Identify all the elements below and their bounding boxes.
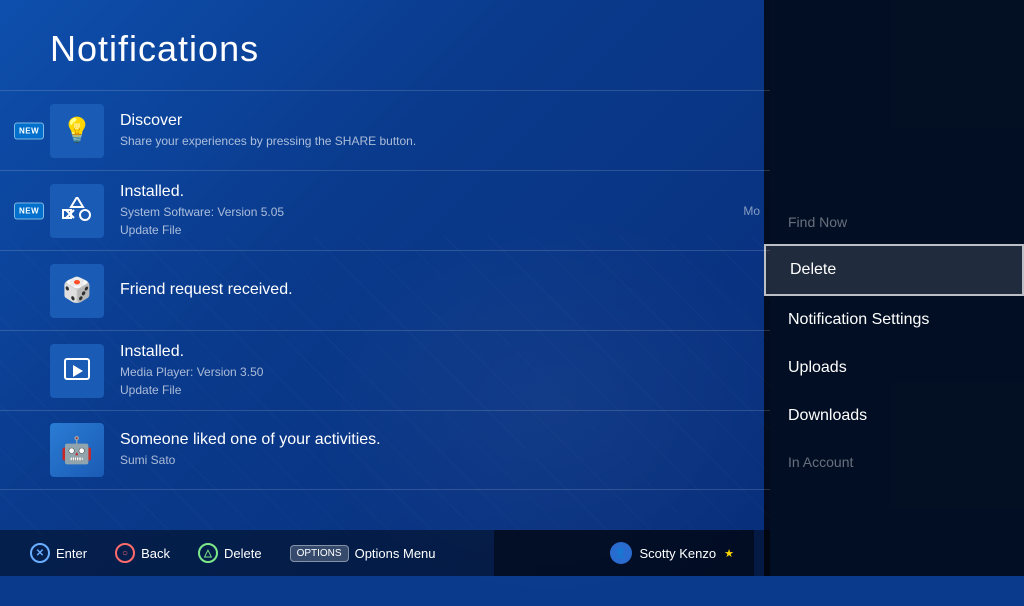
discover-text: Discover Share your experiences by press… [120,112,720,150]
friend-icon: 🎲 [50,264,104,318]
installed-media-sub2: Update File [120,381,720,399]
notification-item-activity-liked[interactable]: 🤖 Someone liked one of your activities. … [0,410,770,490]
context-menu-item-downloads[interactable]: Downloads [764,392,1024,440]
user-avatar: 👤 [610,542,632,564]
installed-media-sub1: Media Player: Version 3.50 [120,363,720,381]
installed-system-sub1: System Software: Version 5.05 [120,203,720,221]
discover-title: Discover [120,112,720,130]
friend-request-title: Friend request received. [120,281,720,299]
new-badge-system: NEW [14,202,44,219]
notification-item-installed-system[interactable]: NEW Installed. System Software: Version … [0,170,770,250]
context-menu-item-uploads[interactable]: Uploads [764,344,1024,392]
o-button-icon: ○ [115,543,135,563]
notification-item-installed-media[interactable]: Installed. Media Player: Version 3.50 Up… [0,330,770,410]
installed-media-text: Installed. Media Player: Version 3.50 Up… [120,343,720,399]
astro-icon: 🤖 [50,423,104,477]
action-delete[interactable]: △ Delete [198,543,262,563]
action-options-menu[interactable]: OPTIONS Options Menu [290,545,436,562]
options-menu-label: Options Menu [355,546,436,561]
delete-label: Delete [224,546,262,561]
notification-settings-menu-label: Notification Settings [788,311,929,328]
options-button-icon: OPTIONS [290,545,349,562]
context-menu-dimmed-top: Find Now [764,200,1024,244]
discover-icon: 💡 [50,104,104,158]
activity-liked-subtitle: Sumi Sato [120,451,720,469]
discover-subtitle: Share your experiences by pressing the S… [120,132,720,150]
page-title: Notifications [50,28,259,70]
triangle-button-icon: △ [198,543,218,563]
activity-liked-title: Someone liked one of your activities. [120,431,720,449]
installed-media-title: Installed. [120,343,720,361]
context-menu: Find Now Delete Notification Settings Up… [764,0,1024,576]
action-back[interactable]: ○ Back [115,543,170,563]
more-indicator: Mo [743,204,760,218]
media-player-icon [50,344,104,398]
notification-item-friend-request[interactable]: 🎲 Friend request received. [0,250,770,330]
installed-system-title: Installed. [120,183,720,201]
context-menu-item-notification-settings[interactable]: Notification Settings [764,296,1024,344]
action-enter[interactable]: ✕ Enter [30,543,87,563]
username: Scotty Kenzo [640,546,717,561]
back-label: Back [141,546,170,561]
new-badge-discover: NEW [14,122,44,139]
activity-liked-text: Someone liked one of your activities. Su… [120,431,720,469]
notifications-list: NEW 💡 Discover Share your experiences by… [0,90,770,490]
installed-system-text: Installed. System Software: Version 5.05… [120,183,720,239]
enter-label: Enter [56,546,87,561]
context-menu-item-delete[interactable]: Delete [764,244,1024,296]
ps4-symbols-icon [50,184,104,238]
user-info-bar: 👤 Scotty Kenzo ★ [494,530,754,576]
star-icon: ★ [724,547,734,560]
context-menu-dimmed-bottom: In Account [764,440,1024,484]
friend-request-text: Friend request received. [120,281,720,301]
downloads-menu-label: Downloads [788,407,867,424]
uploads-menu-label: Uploads [788,359,847,376]
delete-menu-label: Delete [790,261,836,278]
installed-system-sub2: Update File [120,221,720,239]
x-button-icon: ✕ [30,543,50,563]
notification-item-discover[interactable]: NEW 💡 Discover Share your experiences by… [0,90,770,170]
